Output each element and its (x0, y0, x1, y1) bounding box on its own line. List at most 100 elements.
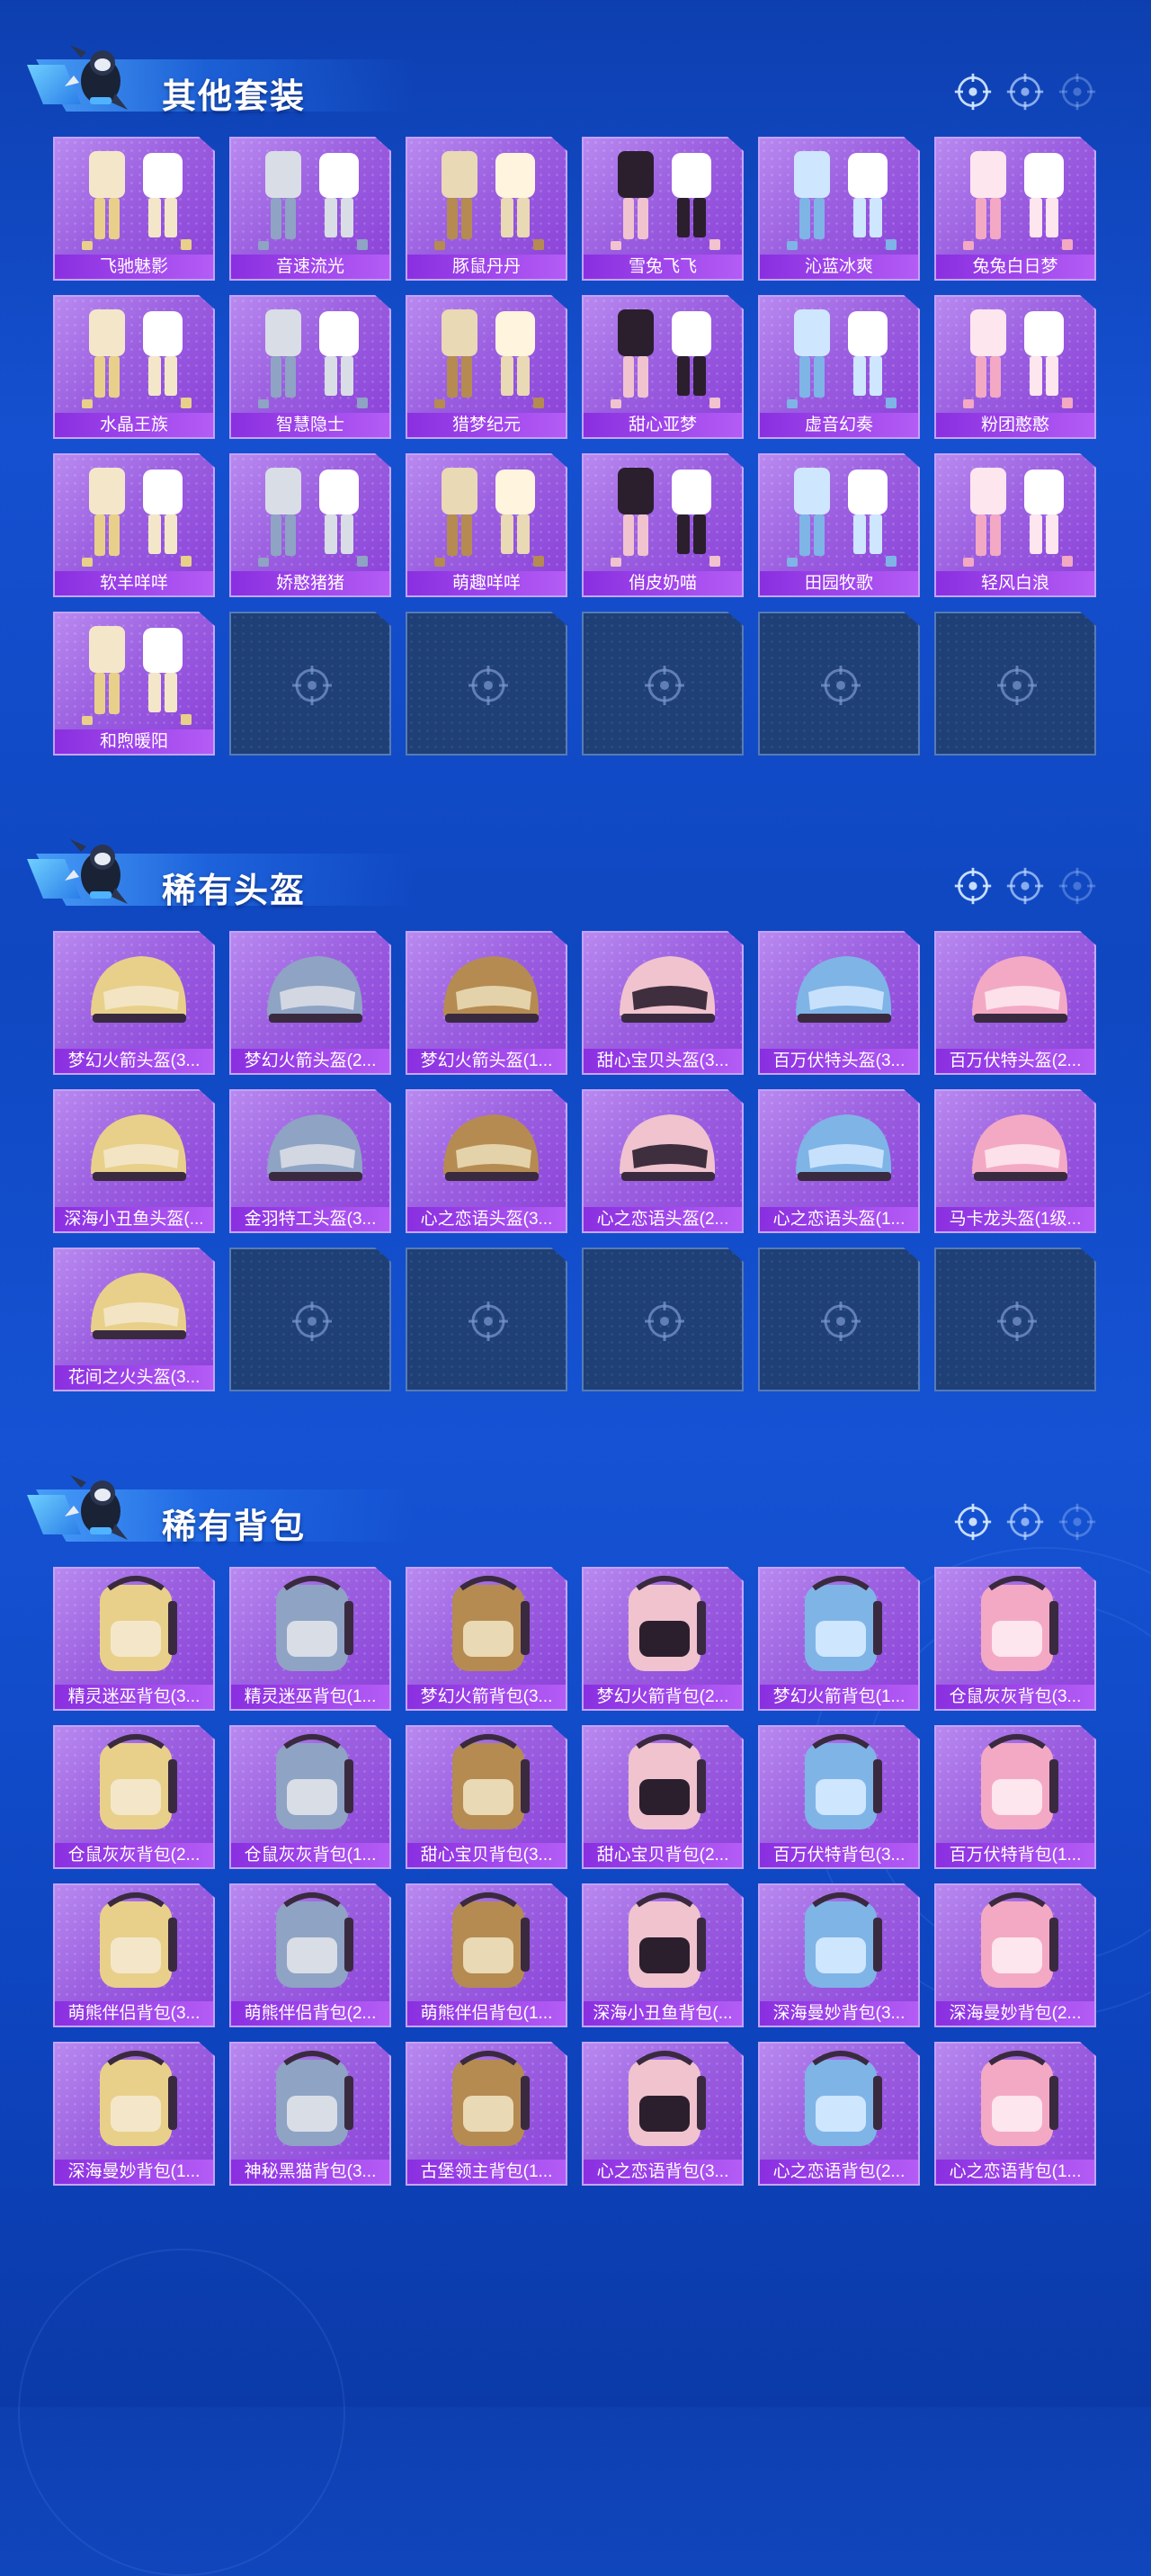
item-card[interactable]: 萌熊伴侣背包(2... (229, 1883, 391, 2027)
item-label: 智慧隐士 (231, 413, 389, 437)
item-image (64, 1255, 208, 1364)
empty-slot (582, 612, 744, 756)
item-card[interactable]: 沁蓝冰爽 (758, 137, 920, 281)
item-card[interactable]: 萌熊伴侣背包(1... (406, 1883, 567, 2027)
item-label: 心之恋语背包(1... (936, 2160, 1094, 2184)
item-card[interactable]: 百万伏特头盔(2... (934, 931, 1096, 1075)
empty-slot (229, 1248, 391, 1391)
item-image (240, 144, 384, 254)
crosshair-icon (995, 1300, 1039, 1343)
item-card[interactable]: 智慧隐士 (229, 295, 391, 439)
item-card[interactable]: 梦幻火箭背包(3... (406, 1567, 567, 1711)
item-image (593, 2049, 736, 2159)
item-image (416, 1891, 560, 2000)
item-card[interactable]: 心之恋语背包(1... (934, 2042, 1096, 2186)
item-image (240, 938, 384, 1048)
crosshair-icon (1005, 1502, 1045, 1542)
item-card[interactable]: 神秘黑猫背包(3... (229, 2042, 391, 2186)
item-card[interactable]: 梦幻火箭背包(1... (758, 1567, 920, 1711)
item-card[interactable]: 花间之火头盔(3... (53, 1248, 215, 1391)
item-label: 马卡龙头盔(1级... (936, 1207, 1094, 1231)
item-card[interactable]: 精灵迷巫背包(3... (53, 1567, 215, 1711)
item-card[interactable]: 仓鼠灰灰背包(3... (934, 1567, 1096, 1711)
item-image (593, 302, 736, 412)
item-card[interactable]: 甜心宝贝背包(2... (582, 1725, 744, 1869)
item-label: 心之恋语背包(3... (584, 2160, 742, 2184)
item-card[interactable]: 兔兔白日梦 (934, 137, 1096, 281)
item-card[interactable]: 百万伏特背包(3... (758, 1725, 920, 1869)
item-card[interactable]: 深海曼妙背包(3... (758, 1883, 920, 2027)
item-card[interactable]: 深海小丑鱼背包(... (582, 1883, 744, 2027)
item-card[interactable]: 娇憨猪猪 (229, 453, 391, 597)
item-card[interactable]: 轻风白浪 (934, 453, 1096, 597)
item-card[interactable]: 心之恋语背包(3... (582, 2042, 744, 2186)
item-card[interactable]: 和煦暖阳 (53, 612, 215, 756)
item-image (769, 144, 913, 254)
empty-slot (582, 1248, 744, 1391)
item-card[interactable]: 萌熊伴侣背包(3... (53, 1883, 215, 2027)
item-card[interactable]: 仓鼠灰灰背包(1... (229, 1725, 391, 1869)
item-card[interactable]: 深海曼妙背包(2... (934, 1883, 1096, 2027)
item-card[interactable]: 心之恋语头盔(1... (758, 1089, 920, 1233)
item-image (64, 1891, 208, 2000)
item-card[interactable]: 水晶王族 (53, 295, 215, 439)
section-title: 其他套装 (162, 78, 307, 116)
item-card[interactable]: 心之恋语头盔(2... (582, 1089, 744, 1233)
item-card[interactable]: 古堡领主背包(1... (406, 2042, 567, 2186)
item-card[interactable]: 马卡龙头盔(1级... (934, 1089, 1096, 1233)
item-card[interactable]: 仓鼠灰灰背包(2... (53, 1725, 215, 1869)
item-label: 轻风白浪 (936, 571, 1094, 595)
item-label: 甜心宝贝头盔(3... (584, 1049, 742, 1073)
item-card[interactable]: 梦幻火箭头盔(3... (53, 931, 215, 1075)
item-image (240, 461, 384, 570)
empty-slot (758, 612, 920, 756)
item-card[interactable]: 梦幻火箭背包(2... (582, 1567, 744, 1711)
item-card[interactable]: 粉团憨憨 (934, 295, 1096, 439)
item-label: 百万伏特头盔(3... (760, 1049, 918, 1073)
item-image (945, 1096, 1089, 1206)
item-image (945, 2049, 1089, 2159)
item-image (593, 144, 736, 254)
item-card[interactable]: 甜心亚梦 (582, 295, 744, 439)
item-label: 甜心宝贝背包(3... (407, 1843, 566, 1867)
item-card[interactable]: 猎梦纪元 (406, 295, 567, 439)
item-label: 软羊咩咩 (55, 571, 213, 595)
item-card[interactable]: 金羽特工头盔(3... (229, 1089, 391, 1233)
item-card[interactable]: 豚鼠丹丹 (406, 137, 567, 281)
item-image (240, 302, 384, 412)
item-card[interactable]: 萌趣咩咩 (406, 453, 567, 597)
crosshair-icon (1005, 72, 1045, 112)
item-image (64, 1096, 208, 1206)
item-card[interactable]: 音速流光 (229, 137, 391, 281)
item-card[interactable]: 软羊咩咩 (53, 453, 215, 597)
item-card[interactable]: 虚音幻奏 (758, 295, 920, 439)
item-image (769, 1732, 913, 1842)
item-label: 仓鼠灰灰背包(3... (936, 1685, 1094, 1709)
item-card[interactable]: 深海曼妙背包(1... (53, 2042, 215, 2186)
item-card[interactable]: 心之恋语头盔(3... (406, 1089, 567, 1233)
item-card[interactable]: 甜心宝贝头盔(3... (582, 931, 744, 1075)
item-card[interactable]: 俏皮奶喵 (582, 453, 744, 597)
item-image (416, 1732, 560, 1842)
item-card[interactable]: 精灵迷巫背包(1... (229, 1567, 391, 1711)
mascot-icon (63, 1470, 135, 1547)
item-card[interactable]: 甜心宝贝背包(3... (406, 1725, 567, 1869)
empty-slot (758, 1248, 920, 1391)
header-marks (953, 72, 1097, 113)
item-card[interactable]: 深海小丑鱼头盔(... (53, 1089, 215, 1233)
item-card[interactable]: 飞驰魅影 (53, 137, 215, 281)
item-card[interactable]: 百万伏特背包(1... (934, 1725, 1096, 1869)
item-label: 花间之火头盔(3... (55, 1365, 213, 1390)
item-card[interactable]: 田园牧歌 (758, 453, 920, 597)
item-label: 百万伏特头盔(2... (936, 1049, 1094, 1073)
item-card[interactable]: 雪兔飞飞 (582, 137, 744, 281)
item-card[interactable]: 心之恋语背包(2... (758, 2042, 920, 2186)
item-label: 仓鼠灰灰背包(1... (231, 1843, 389, 1867)
item-label: 心之恋语头盔(2... (584, 1207, 742, 1231)
item-card[interactable]: 梦幻火箭头盔(2... (229, 931, 391, 1075)
item-card[interactable]: 百万伏特头盔(3... (758, 931, 920, 1075)
item-label: 音速流光 (231, 255, 389, 279)
item-card[interactable]: 梦幻火箭头盔(1... (406, 931, 567, 1075)
item-image (593, 1574, 736, 1684)
item-label: 萌熊伴侣背包(2... (231, 2001, 389, 2026)
